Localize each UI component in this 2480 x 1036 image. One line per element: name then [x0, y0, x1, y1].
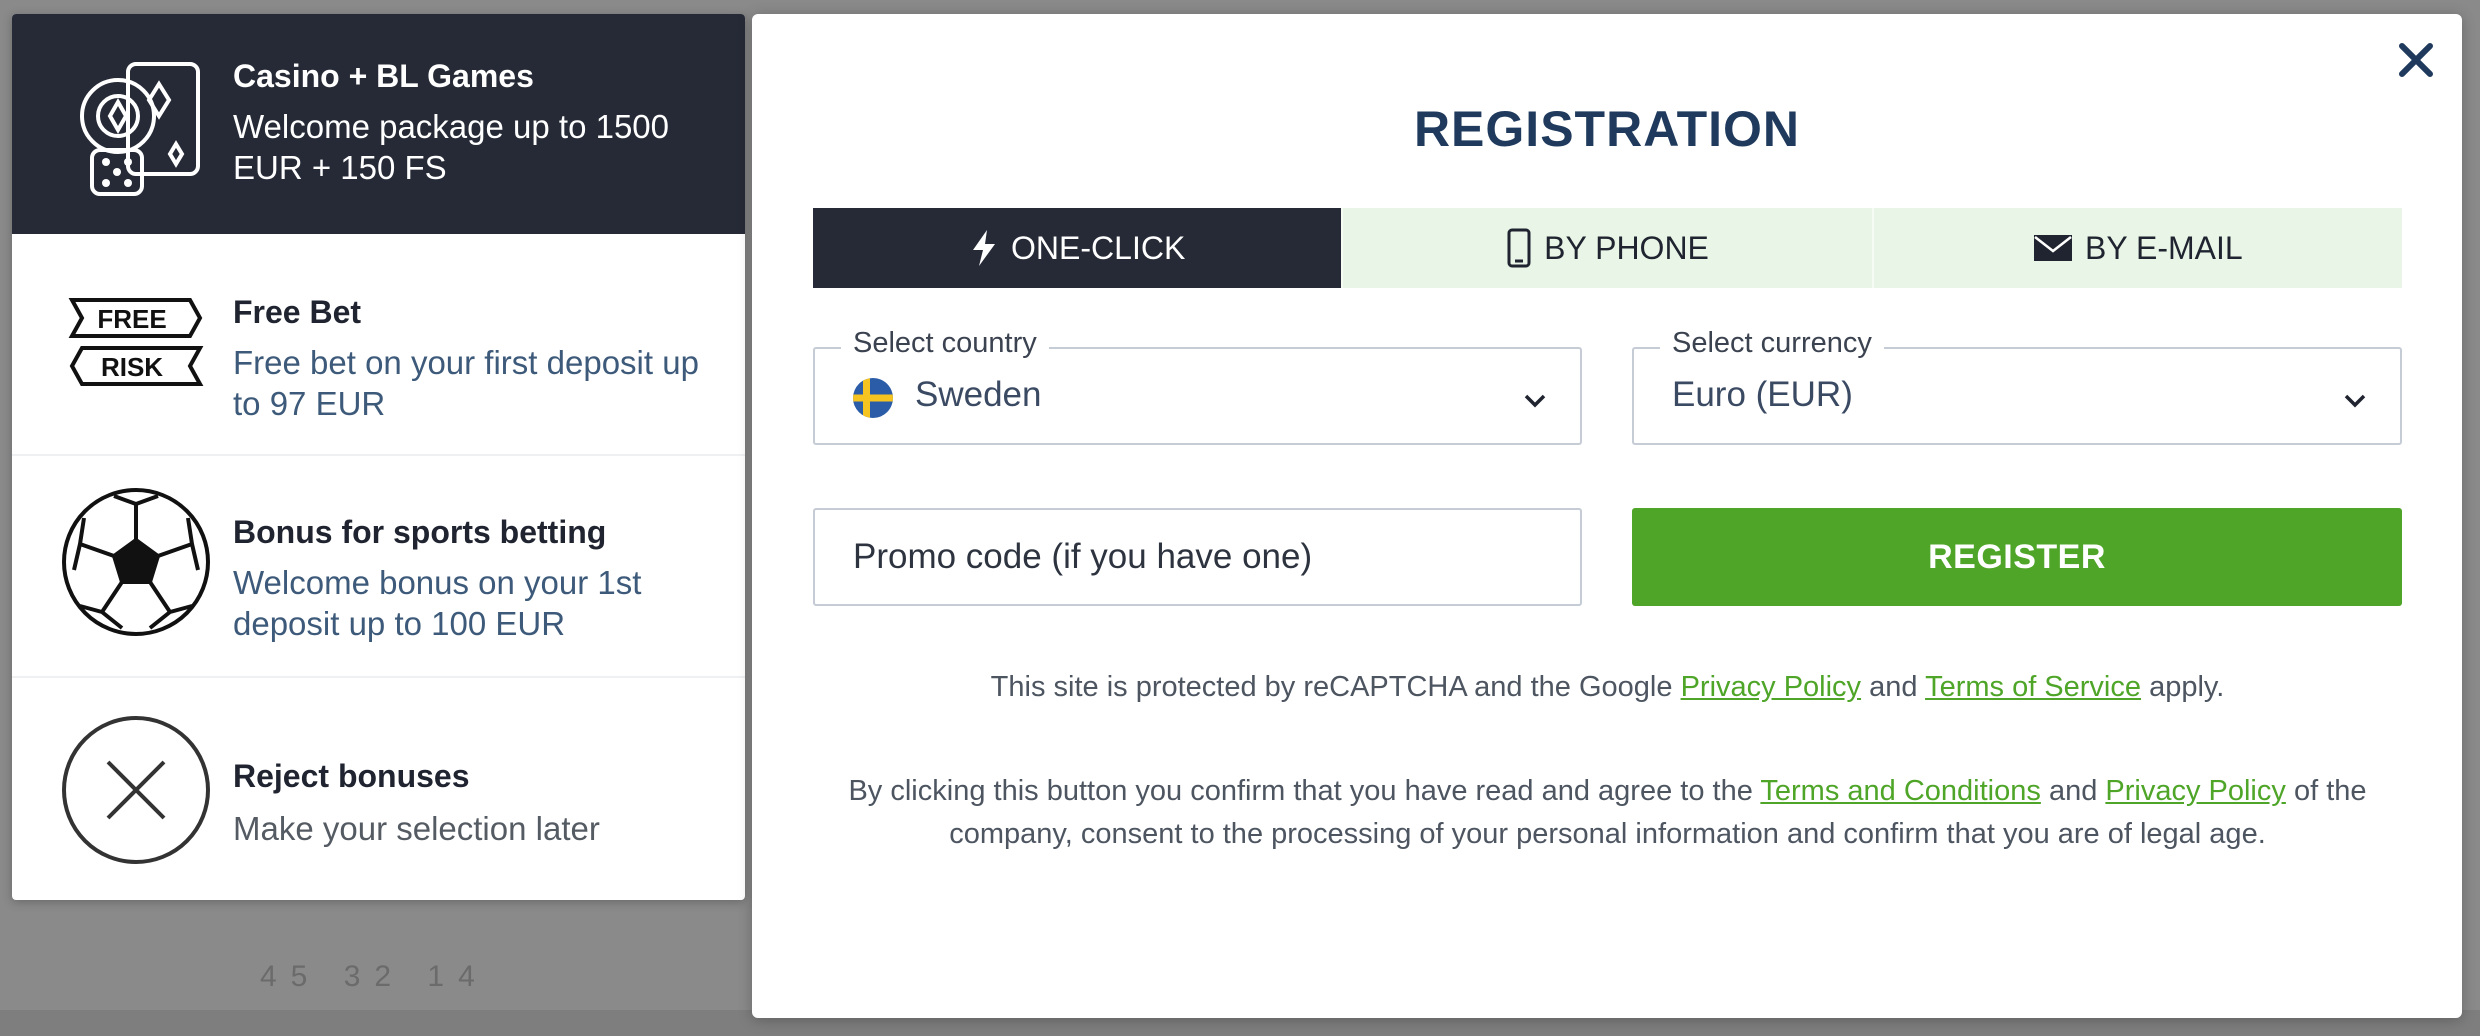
terms-of-service-link[interactable]: Terms of Service — [1925, 671, 2141, 703]
country-select[interactable]: Select country Sweden — [813, 327, 1582, 445]
currency-select-label: Select currency — [1660, 327, 1884, 360]
register-button[interactable]: REGISTER — [1632, 508, 2402, 606]
country-select-label: Select country — [841, 327, 1049, 360]
consent-notice: By clicking this button you confirm that… — [813, 770, 2402, 856]
close-icon[interactable] — [2390, 34, 2442, 86]
registration-modal: REGISTRATION ONE-CLICK BY PHONE BY E-MAI… — [752, 14, 2462, 1018]
close-button[interactable] — [2390, 34, 2442, 86]
risk-label: RISK — [101, 352, 163, 382]
bonus-option-sports[interactable]: Bonus for sports betting Welcome bonus o… — [12, 456, 745, 678]
tab-by-phone[interactable]: BY PHONE — [1343, 208, 1874, 288]
free-risk-icon: FREE RISK — [68, 298, 204, 386]
bonus-title: Free Bet — [233, 294, 362, 330]
currency-select[interactable]: Select currency Euro (EUR) — [1632, 327, 2402, 445]
tab-label: BY E-MAIL — [2084, 229, 2243, 266]
registration-title: REGISTRATION — [1413, 101, 1801, 157]
envelope-icon — [2033, 235, 2072, 261]
phone-icon — [1507, 228, 1531, 268]
bonus-title: Bonus for sports betting — [233, 514, 607, 550]
soccer-ball-icon — [62, 488, 210, 636]
consent-privacy-policy-link[interactable]: Privacy Policy — [2105, 775, 2286, 807]
bonus-description: Welcome bonus on your 1st deposit up to … — [233, 564, 642, 642]
bonus-description: Welcome package up to 1500 EUR + 150 FS — [233, 108, 670, 186]
free-label: FREE — [97, 304, 166, 334]
lightning-icon — [973, 230, 996, 266]
tab-label: ONE-CLICK — [1011, 229, 1186, 266]
country-value: Sweden — [915, 375, 1042, 414]
tab-one-click[interactable]: ONE-CLICK — [813, 208, 1344, 288]
terms-and-conditions-link[interactable]: Terms and Conditions — [1760, 775, 2040, 807]
conjunction-text: and — [1869, 671, 1918, 703]
tab-by-email[interactable]: BY E-MAIL — [1874, 208, 2402, 288]
casino-chips-cards-dice-icon — [80, 62, 200, 196]
reject-x-icon — [62, 716, 210, 864]
bonus-title: Reject bonuses — [233, 758, 470, 794]
promo-code-input[interactable] — [813, 508, 1582, 606]
chevron-down-icon — [1524, 394, 1546, 408]
bonus-panel: Casino + BL Games Welcome package up to … — [12, 14, 745, 900]
tab-label: BY PHONE — [1544, 229, 1709, 266]
bonus-title: Casino + BL Games — [233, 58, 534, 94]
sweden-flag-icon — [853, 378, 893, 418]
bonus-option-casino[interactable]: Casino + BL Games Welcome package up to … — [12, 14, 745, 234]
chevron-down-icon — [2344, 394, 2366, 408]
consent-text: By clicking this button you confirm that… — [848, 775, 1753, 807]
privacy-policy-link[interactable]: Privacy Policy — [1681, 671, 1862, 703]
currency-value: Euro (EUR) — [1672, 375, 1853, 414]
bonus-option-free-bet[interactable]: FREE RISK Free Bet Free bet on your firs… — [12, 234, 745, 456]
background-scores: 45 32 14 — [260, 960, 489, 993]
bonus-description: Make your selection later — [233, 810, 600, 847]
registration-method-tabs: ONE-CLICK BY PHONE BY E-MAIL — [813, 208, 2402, 288]
recaptcha-notice: This site is protected by reCAPTCHA and … — [813, 666, 2402, 709]
bonus-description: Free bet on your first deposit up to 97 … — [233, 344, 699, 422]
conjunction-text: and — [2048, 775, 2098, 807]
bonus-option-reject[interactable]: Reject bonuses Make your selection later — [12, 678, 745, 900]
recaptcha-suffix: apply. — [2149, 671, 2225, 703]
recaptcha-text: This site is protected by reCAPTCHA and … — [990, 671, 1673, 703]
